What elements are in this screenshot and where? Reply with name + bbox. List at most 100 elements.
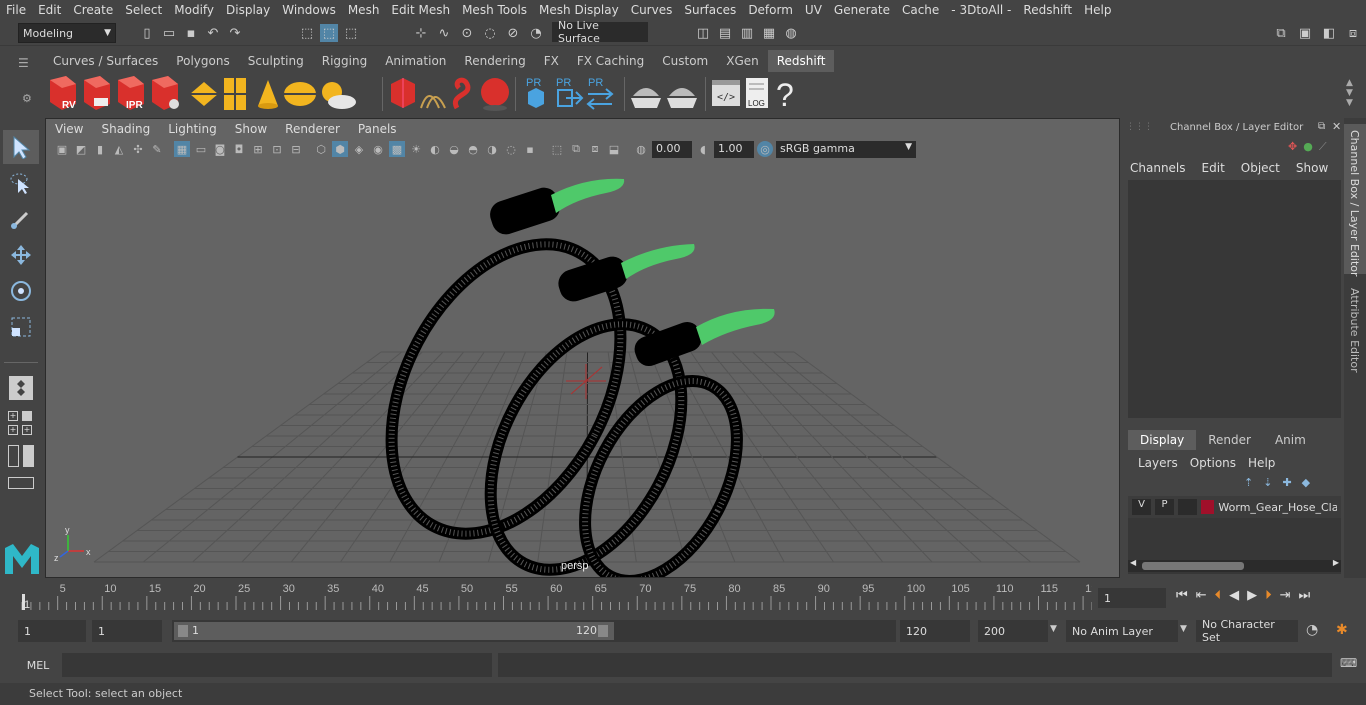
- rs-portal-light-button[interactable]: [224, 78, 246, 110]
- xray-joints-icon[interactable]: ⬚: [549, 141, 565, 157]
- rs-sphere-button[interactable]: [481, 78, 509, 111]
- make-live-icon[interactable]: ◔: [527, 24, 545, 42]
- toolbox-toggle-icon[interactable]: ▣: [1296, 24, 1314, 42]
- playback-start-field[interactable]: 1: [92, 620, 162, 642]
- menu-item[interactable]: Cache: [896, 3, 945, 17]
- gamma-icon[interactable]: ◖: [695, 141, 711, 157]
- shelf-tab[interactable]: Polygons: [167, 50, 238, 72]
- layout-four-icon[interactable]: +: [8, 411, 18, 421]
- character-set-dropdown[interactable]: No Character Set: [1196, 618, 1298, 644]
- shelf-tab[interactable]: Rigging: [313, 50, 376, 72]
- rs-volume-button[interactable]: [452, 77, 471, 110]
- range-handle-right[interactable]: [598, 625, 608, 637]
- hose-clamp-large[interactable]: [345, 178, 667, 573]
- layer-scrollbar[interactable]: ◀ ▶: [1128, 558, 1341, 572]
- command-input[interactable]: [62, 653, 492, 677]
- wireframe-icon[interactable]: ⬡: [313, 141, 329, 157]
- exposure-field[interactable]: 0.00: [652, 140, 692, 158]
- select-component-icon[interactable]: ⬚: [342, 24, 360, 42]
- hypershade-icon[interactable]: ◍: [782, 24, 800, 42]
- move-layer-down-icon[interactable]: ⇣: [1263, 476, 1272, 489]
- layer-tab[interactable]: Anim: [1263, 430, 1318, 450]
- rs-help-button[interactable]: ?: [776, 77, 794, 113]
- rs-settings-button[interactable]: [152, 76, 179, 110]
- layer-tab[interactable]: Display: [1128, 430, 1197, 450]
- rs-hair-button[interactable]: [420, 95, 446, 109]
- playback-end-field[interactable]: 120: [900, 620, 970, 642]
- menu-item[interactable]: Windows: [276, 3, 342, 17]
- layer-menu-item[interactable]: Help: [1248, 456, 1275, 470]
- layer-color-swatch[interactable]: [1201, 500, 1215, 514]
- menu-item[interactable]: Edit: [32, 3, 67, 17]
- anti-alias-icon[interactable]: ◑: [484, 141, 500, 157]
- range-slider[interactable]: 1 120: [172, 620, 896, 642]
- textured-icon[interactable]: ◉: [370, 141, 386, 157]
- animation-prefs-icon[interactable]: ✱: [1336, 622, 1348, 638]
- component-xray-icon[interactable]: ⧈: [587, 141, 603, 157]
- viewport-menu-item[interactable]: Panels: [349, 119, 406, 139]
- color-space-dropdown[interactable]: sRGB gamma ▼: [776, 140, 916, 158]
- xray-active-icon[interactable]: ⧉: [568, 141, 584, 157]
- paint-select-tool[interactable]: [3, 202, 39, 236]
- menu-item[interactable]: Mesh: [342, 3, 386, 17]
- layer-type-toggle[interactable]: [1178, 499, 1198, 515]
- start-time-field[interactable]: 1: [18, 620, 86, 642]
- menu-item[interactable]: Mesh Display: [533, 3, 625, 17]
- hypershade-layout-icon[interactable]: [8, 477, 34, 489]
- rs-log-button[interactable]: LOG: [746, 78, 768, 108]
- layout-single-icon[interactable]: [22, 411, 32, 421]
- menu-item[interactable]: File: [0, 3, 32, 17]
- script-type-toggle[interactable]: MEL: [18, 656, 58, 674]
- smooth-shade-icon[interactable]: ⬢: [332, 141, 348, 157]
- stereo-icon[interactable]: ⬓: [606, 141, 622, 157]
- menu-item[interactable]: Deform: [742, 3, 799, 17]
- shelf-tab[interactable]: FX: [535, 50, 568, 72]
- anim-layer-dropdown[interactable]: No Anim Layer: [1066, 620, 1178, 642]
- shelf-menu-icon[interactable]: ☰: [18, 56, 29, 70]
- open-scene-icon[interactable]: ▭: [160, 24, 178, 42]
- layer-name[interactable]: Worm_Gear_Hose_Clar: [1218, 501, 1337, 514]
- speed-icon[interactable]: ●: [1303, 140, 1313, 154]
- graph-layout-icon[interactable]: [23, 445, 34, 467]
- step-back-frame-icon[interactable]: ⏴: [1215, 588, 1222, 603]
- channel-box-menu-item[interactable]: Show: [1296, 161, 1328, 175]
- hyperbolic-icon[interactable]: ⟋: [1319, 140, 1327, 154]
- new-layer-selected-icon[interactable]: ◆: [1302, 476, 1310, 489]
- menu-item[interactable]: Generate: [828, 3, 896, 17]
- rotate-tool[interactable]: [3, 274, 39, 308]
- pr-import-button[interactable]: PR: [556, 77, 584, 107]
- layer-tab[interactable]: Render: [1196, 430, 1263, 450]
- camera-select-icon[interactable]: ▣: [54, 141, 70, 157]
- chevron-down-icon[interactable]: ▼: [1180, 624, 1187, 634]
- lasso-tool[interactable]: [3, 166, 39, 200]
- move-layer-up-icon[interactable]: ⇡: [1244, 476, 1253, 489]
- image-plane-icon[interactable]: ◭: [111, 141, 127, 157]
- snap-surface-icon[interactable]: ⊘: [504, 24, 522, 42]
- select-hierarchy-icon[interactable]: ⬚: [298, 24, 316, 42]
- time-slider[interactable]: 5 10 15 20 25 30 35 40 45 50 55 60 65 70 75 80 85 90 95 100…: [0, 580, 1366, 615]
- layer-menu-item[interactable]: Layers: [1138, 456, 1178, 470]
- two-d-pan-icon[interactable]: ✣: [130, 141, 146, 157]
- color-management-icon[interactable]: ◎: [757, 141, 773, 157]
- use-lights-icon[interactable]: ▩: [389, 141, 405, 157]
- new-layer-icon[interactable]: ✚: [1282, 476, 1291, 489]
- range-handle-left[interactable]: [178, 625, 188, 637]
- time-ruler[interactable]: 5 10 15 20 25 30 35 40 45 50 55 60 65 70 75 80 85 90 95 100…: [18, 580, 1092, 612]
- grease-pencil-icon[interactable]: ✎: [149, 141, 165, 157]
- menu-item[interactable]: Surfaces: [678, 3, 742, 17]
- save-scene-icon[interactable]: ▪: [182, 24, 200, 42]
- undo-icon[interactable]: ↶: [204, 24, 222, 42]
- menu-item[interactable]: - 3DtoAll -: [945, 3, 1017, 17]
- menu-item[interactable]: Mesh Tools: [456, 3, 533, 17]
- rs-sun-sky-button[interactable]: [322, 82, 356, 109]
- snap-point-icon[interactable]: ⊙: [458, 24, 476, 42]
- grid-icon[interactable]: ▦: [174, 141, 190, 157]
- gamma-field[interactable]: 1.00: [714, 140, 754, 158]
- chevron-down-icon[interactable]: ▼: [1050, 624, 1057, 634]
- shelf-settings-icon[interactable]: ⚙: [22, 92, 32, 105]
- menu-item[interactable]: Create: [67, 3, 119, 17]
- scroll-left-icon[interactable]: ◀: [1130, 558, 1136, 567]
- scroll-right-icon[interactable]: ▶: [1333, 558, 1339, 567]
- field-chart-icon[interactable]: ⊞: [250, 141, 266, 157]
- rs-spot-light-button[interactable]: [258, 80, 278, 109]
